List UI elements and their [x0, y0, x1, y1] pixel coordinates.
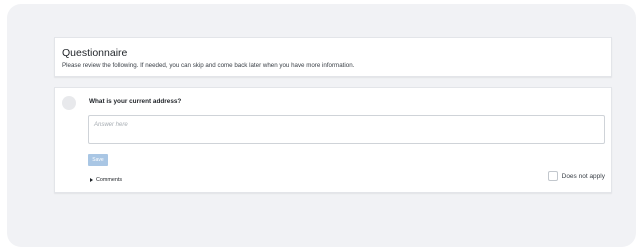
- caret-right-icon: [90, 178, 93, 182]
- questionnaire-header: Questionnaire Please review the followin…: [54, 37, 612, 77]
- does-not-apply-checkbox[interactable]: [547, 171, 558, 181]
- save-button[interactable]: Save: [88, 154, 108, 166]
- does-not-apply[interactable]: Does not apply: [547, 171, 605, 181]
- question-card: What is your current address? Save Comme…: [54, 87, 612, 193]
- comments-toggle[interactable]: Comments: [90, 177, 122, 183]
- avatar: [62, 96, 76, 110]
- page-subtitle: Please review the following. If needed, …: [62, 62, 355, 69]
- comments-label: Comments: [96, 177, 123, 183]
- answer-input[interactable]: [88, 115, 605, 144]
- does-not-apply-label: Does not apply: [561, 172, 605, 180]
- question-text: What is your current address?: [89, 98, 182, 105]
- page-title: Questionnaire: [62, 47, 128, 59]
